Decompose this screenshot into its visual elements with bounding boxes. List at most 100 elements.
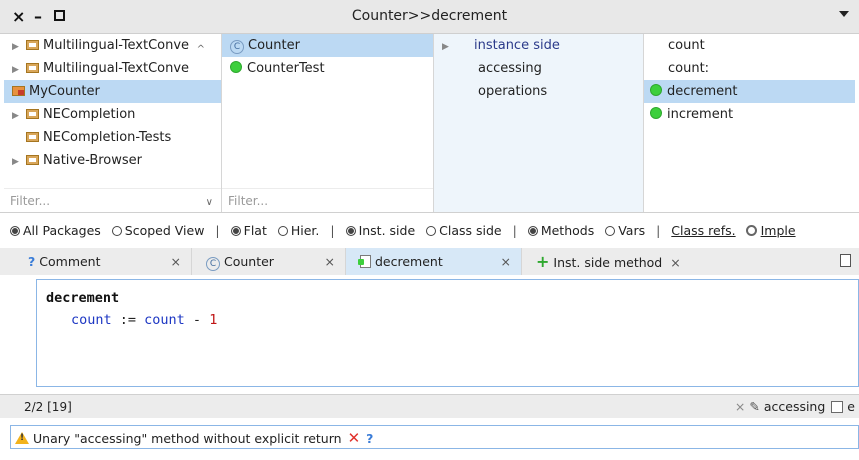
- new-tab-icon[interactable]: [840, 254, 851, 267]
- protocol-label: instance side: [474, 38, 560, 53]
- package-icon: [26, 155, 39, 165]
- class-filter-input[interactable]: Filter...: [222, 188, 433, 212]
- dismiss-critic-icon[interactable]: ✕: [348, 429, 361, 447]
- implementors-button[interactable]: Imple: [745, 223, 802, 238]
- tab-decrement[interactable]: decrement ×: [346, 248, 522, 275]
- package-item[interactable]: NECompletion-Tests: [4, 126, 221, 149]
- cursor-position: 2/2 [19]: [24, 400, 72, 414]
- inst-side-radio[interactable]: Inst. side: [345, 223, 415, 238]
- method-label: count: [668, 38, 705, 53]
- methods-radio[interactable]: Methods: [527, 223, 594, 238]
- package-item[interactable]: ▶ Native-Browser: [4, 149, 221, 172]
- package-label: NECompletion: [43, 107, 136, 122]
- radio-on-icon: [345, 226, 356, 236]
- package-label: Native-Browser: [43, 153, 142, 168]
- scroll-down-icon[interactable]: ∨: [206, 197, 213, 208]
- status-bar: 2/2 [19] × ✎ accessing e: [0, 394, 859, 418]
- protocol-pane[interactable]: ▶ instance side accessing operations: [434, 34, 644, 212]
- package-label: NECompletion-Tests: [43, 130, 172, 145]
- all-packages-radio[interactable]: All Packages: [10, 223, 101, 238]
- class-side-radio[interactable]: Class side: [426, 223, 502, 238]
- vars-radio[interactable]: Vars: [605, 223, 645, 238]
- tab-counter[interactable]: C Counter ×: [192, 248, 346, 275]
- expand-arrow-icon[interactable]: ▶: [442, 36, 474, 59]
- expand-arrow-icon[interactable]: ▶: [12, 36, 26, 59]
- protocol-item[interactable]: operations: [434, 80, 643, 103]
- radio-off-icon: [605, 226, 616, 236]
- class-label: Counter: [248, 38, 300, 53]
- method-pane[interactable]: count count: decrement increment: [644, 34, 855, 212]
- critic-message: Unary "accessing" method without explici…: [33, 431, 342, 446]
- class-item-selected[interactable]: C Counter: [222, 34, 433, 57]
- protocol-name[interactable]: accessing: [764, 399, 825, 414]
- class-pane[interactable]: C Counter CounterTest Filter...: [222, 34, 434, 212]
- radio-off-icon: [426, 226, 437, 236]
- package-item[interactable]: ▶ NECompletion: [4, 103, 221, 126]
- hier-radio[interactable]: Hier.: [277, 223, 319, 238]
- help-icon: ?: [28, 254, 36, 269]
- package-icon: [26, 63, 39, 73]
- window-menu-icon[interactable]: [839, 11, 849, 17]
- test-pass-icon: [650, 107, 662, 119]
- code-line: count := count - 1: [71, 312, 218, 328]
- scoped-view-radio[interactable]: Scoped View: [111, 223, 204, 238]
- package-label: Multilingual-TextConve: [43, 61, 190, 76]
- class-item[interactable]: CounterTest: [222, 57, 433, 80]
- package-label: MyCounter: [29, 84, 100, 99]
- protocol-item-instance-side[interactable]: ▶ instance side: [434, 34, 643, 57]
- extension-checkbox[interactable]: [831, 401, 844, 413]
- critic-help-icon[interactable]: ?: [366, 431, 373, 446]
- radio-on-icon: [230, 226, 241, 236]
- tab-comment[interactable]: ? Comment ×: [14, 248, 192, 275]
- close-tab-icon[interactable]: ×: [171, 248, 181, 275]
- test-pass-icon: [650, 84, 662, 96]
- close-tab-icon[interactable]: ×: [670, 255, 680, 270]
- search-icon: [745, 225, 757, 236]
- close-tab-icon[interactable]: ×: [501, 248, 511, 275]
- warning-icon: [15, 432, 29, 444]
- plus-icon: +: [536, 252, 550, 271]
- method-label: count:: [668, 61, 710, 76]
- flat-radio[interactable]: Flat: [230, 223, 267, 238]
- expand-arrow-icon[interactable]: ▶: [12, 105, 26, 128]
- package-item[interactable]: ▶ Multilingual-TextConve: [4, 57, 221, 80]
- package-item-selected[interactable]: MyCounter: [4, 80, 221, 103]
- protocol-label: accessing: [478, 61, 542, 76]
- radio-on-icon: [10, 226, 20, 236]
- code-editor[interactable]: decrement count := count - 1: [36, 279, 859, 387]
- method-label: decrement: [667, 84, 738, 99]
- radio-off-icon: [111, 226, 122, 236]
- package-tagged-icon: [12, 86, 25, 96]
- class-label: CounterTest: [247, 61, 325, 76]
- protocol-item[interactable]: accessing: [434, 57, 643, 80]
- tab-inst-side-method[interactable]: + Inst. side method ×: [522, 248, 682, 275]
- method-item[interactable]: increment: [644, 103, 855, 126]
- expand-arrow-icon[interactable]: ▶: [12, 151, 26, 174]
- radio-off-icon: [277, 226, 288, 236]
- package-icon: [26, 132, 39, 142]
- clear-protocol-icon[interactable]: ×: [735, 399, 745, 414]
- method-item[interactable]: count: [644, 34, 855, 57]
- expand-arrow-icon[interactable]: ▶: [12, 59, 26, 82]
- package-filter-input[interactable]: Filter...: [4, 188, 221, 212]
- critic-bar: Unary "accessing" method without explici…: [10, 425, 859, 449]
- method-item[interactable]: count:: [644, 57, 855, 80]
- test-pass-icon: [230, 61, 242, 73]
- method-item-selected[interactable]: decrement: [644, 80, 855, 103]
- method-icon: [358, 255, 371, 268]
- edit-pencil-icon[interactable]: ✎: [749, 395, 759, 419]
- protocol-selector: × ✎ accessing e: [735, 395, 855, 419]
- options-bar: All Packages Scoped View | Flat Hier. | …: [0, 212, 859, 248]
- class-icon: C: [230, 40, 244, 54]
- package-item[interactable]: ▶ Multilingual-TextConve ^: [4, 34, 221, 57]
- package-icon: [26, 40, 39, 50]
- title-bar: × – Counter>>decrement: [0, 0, 859, 34]
- method-selector: decrement: [46, 290, 120, 306]
- package-label: Multilingual-TextConve: [43, 38, 190, 53]
- package-pane[interactable]: ▶ Multilingual-TextConve ^ ▶ Multilingual-…: [4, 34, 222, 212]
- protocol-label: operations: [478, 84, 548, 99]
- class-refs-link[interactable]: Class refs.: [671, 223, 735, 238]
- editor-tabs: ? Comment × C Counter × decrement × + Inst.…: [0, 248, 859, 275]
- class-icon: C: [206, 257, 220, 271]
- close-tab-icon[interactable]: ×: [325, 248, 335, 275]
